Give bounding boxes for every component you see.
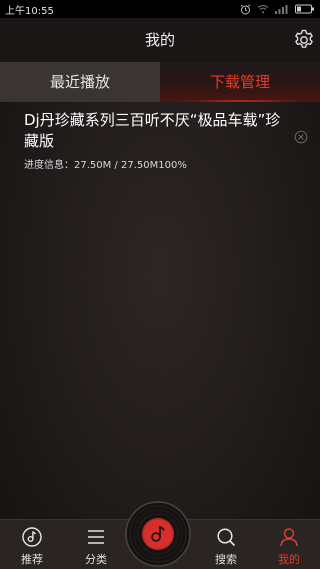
header-bar: 我的 (0, 18, 320, 62)
nav-recommend-label: 推荐 (21, 553, 43, 566)
battery-icon (295, 4, 315, 14)
nav-mine-label: 我的 (278, 553, 300, 566)
user-icon (280, 528, 298, 547)
alarm-icon (240, 4, 251, 15)
tab-recent-play[interactable]: 最近播放 (0, 62, 160, 102)
download-item[interactable]: Dj丹珍藏系列三百听不厌“极品车载”珍藏版 进度信息：27.50M / 27.5… (24, 110, 294, 171)
nav-recommend[interactable]: 推荐 (2, 520, 62, 569)
nav-category-label: 分类 (85, 553, 107, 566)
tab-bar: 最近播放 下载管理 (0, 62, 320, 102)
nav-search[interactable]: 搜索 (196, 520, 256, 569)
nav-mine[interactable]: 我的 (259, 520, 319, 569)
remove-download-button[interactable] (294, 129, 308, 144)
status-bar: 上午10:55 (0, 0, 320, 18)
status-time: 上午10:55 (5, 5, 54, 17)
search-icon (217, 528, 236, 547)
wifi-icon (257, 4, 269, 14)
gear-icon (295, 29, 313, 48)
music-note-circle-icon (22, 527, 42, 547)
settings-button[interactable] (292, 28, 316, 52)
menu-lines-icon (88, 530, 104, 544)
status-icons (240, 4, 315, 15)
app-screen: 上午10:55 我的 最近播放 下载管理 Dj丹珍藏系列三百听不厌“极品车载”珍… (0, 0, 320, 569)
nav-search-label: 搜索 (215, 553, 237, 566)
tab-download-manager[interactable]: 下载管理 (160, 62, 320, 102)
download-title: Dj丹珍藏系列三百听不厌“极品车载”珍藏版 (24, 111, 281, 150)
vinyl-disc-icon (125, 501, 191, 567)
close-circle-icon (294, 130, 308, 144)
signal-icon (275, 4, 289, 14)
download-progress: 进度信息：27.50M / 27.50M100% (24, 160, 187, 171)
now-playing-disc-button[interactable] (125, 501, 191, 567)
nav-category[interactable]: 分类 (66, 520, 126, 569)
page-title: 我的 (144, 31, 175, 49)
